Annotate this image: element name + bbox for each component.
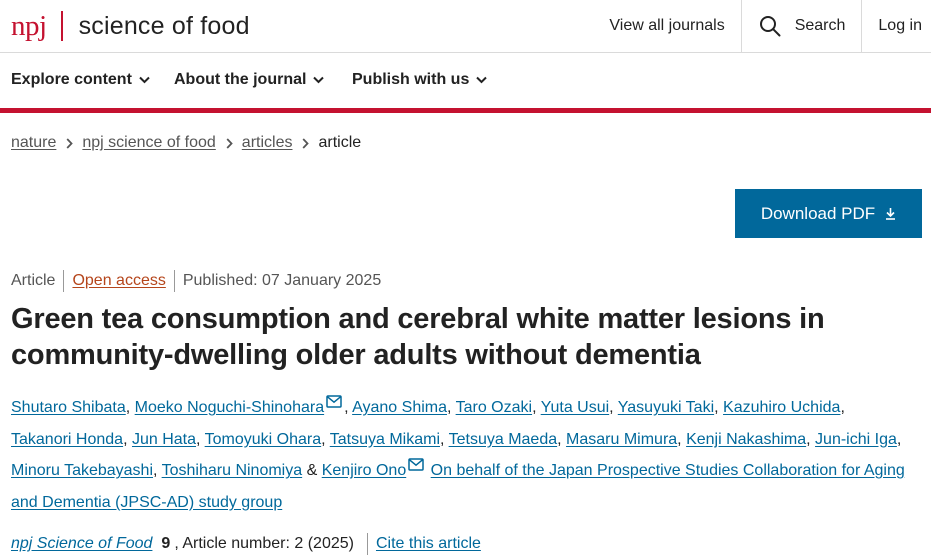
brand-color-rule — [0, 108, 931, 113]
download-pdf-button[interactable]: Download PDF — [735, 189, 922, 238]
journal-logo[interactable]: npj science of food — [11, 8, 250, 44]
breadcrumb: nature npj science of food articles arti… — [11, 134, 361, 152]
article-number: , Article number: 2 (2025) — [174, 535, 354, 552]
journal-link[interactable]: npj Science of Food — [11, 535, 152, 553]
journal-nav: Explore content About the journal Publis… — [0, 53, 931, 108]
author-link[interactable]: Kazuhiro Uchida — [723, 399, 840, 416]
author-link[interactable]: Tomoyuki Ohara — [205, 431, 322, 448]
author-link[interactable]: Ayano Shima — [352, 399, 447, 416]
author-separator: , — [840, 399, 845, 416]
breadcrumb-journal[interactable]: npj science of food — [82, 134, 215, 152]
search-label: Search — [794, 17, 846, 34]
author-link[interactable]: Tatsuya Mikami — [330, 431, 440, 448]
author-link[interactable]: Jun-ichi Iga — [815, 431, 897, 448]
author-link[interactable]: Takanori Honda — [11, 431, 123, 448]
download-icon — [886, 208, 896, 220]
nav-explore-label: Explore content — [11, 71, 132, 88]
author-link[interactable]: Minoru Takebayashi — [11, 462, 153, 479]
breadcrumb-current: article — [318, 134, 362, 151]
author-link[interactable]: Masaru Mimura — [566, 431, 677, 448]
author-link[interactable]: Jun Hata — [132, 431, 196, 448]
author-link[interactable]: Moeko Noguchi-Shinohara — [135, 399, 324, 416]
citation-divider — [366, 533, 368, 555]
article-meta: Article Open access Published: 07 Januar… — [11, 270, 381, 292]
article-type: Article — [11, 272, 56, 289]
author-separator: , — [557, 430, 562, 448]
author-separator: , — [447, 399, 452, 416]
nav-explore-content[interactable]: Explore content — [11, 71, 150, 89]
author-separator: , — [806, 430, 811, 448]
nav-publish-label: Publish with us — [352, 71, 470, 88]
journal-name: science of food — [78, 11, 250, 40]
author-separator: , — [153, 462, 158, 479]
author-link[interactable]: Taro Ozaki — [456, 399, 532, 416]
author-link[interactable]: Yuta Usui — [541, 399, 609, 416]
author-link[interactable]: Shutaro Shibata — [11, 399, 126, 416]
author-link[interactable]: Toshiharu Ninomiya — [162, 462, 303, 479]
cite-this-article-link[interactable]: Cite this article — [376, 535, 481, 553]
author-separator: , — [714, 399, 719, 416]
author-separator: , — [896, 430, 902, 448]
chevron-down-icon — [313, 76, 325, 84]
chevron-right-icon — [66, 137, 74, 149]
meta-divider — [173, 270, 175, 292]
author-link[interactable]: Tetsuya Maeda — [449, 431, 558, 448]
chevron-right-icon — [226, 137, 233, 149]
author-ampersand: & — [306, 462, 318, 479]
breadcrumb-nature[interactable]: nature — [11, 134, 56, 152]
download-pdf-label: Download PDF — [760, 203, 876, 223]
author-separator: , — [123, 430, 128, 448]
author-separator: , — [321, 430, 326, 448]
account-links: View all journals Search Log in — [593, 0, 931, 52]
open-access-link[interactable]: Open access — [72, 272, 165, 290]
author-separator: , — [532, 399, 537, 416]
email-icon[interactable] — [326, 395, 342, 408]
author-separator: , — [125, 399, 131, 416]
author-separator: , — [344, 399, 349, 416]
nav-about-journal[interactable]: About the journal — [174, 71, 325, 89]
author-list: Shutaro Shibata, Moeko Noguchi-Shinohara… — [11, 392, 906, 518]
nav-publish-with-us[interactable]: Publish with us — [352, 71, 488, 89]
email-icon[interactable] — [408, 458, 424, 471]
npj-logo-text: npj — [11, 9, 47, 42]
published-date: Published: 07 January 2025 — [182, 272, 382, 289]
citation-line: npj Science of Food 9 , Article number: … — [11, 533, 481, 555]
meta-divider — [63, 270, 65, 292]
top-bar: npj science of food View all journals Se… — [0, 0, 931, 53]
search-button[interactable]: Search — [740, 0, 862, 52]
view-all-journals-link[interactable]: View all journals — [593, 0, 740, 52]
author-link[interactable]: Kenji Nakashima — [686, 431, 806, 448]
author-separator: , — [196, 430, 201, 448]
author-separator: , — [609, 399, 614, 416]
search-icon — [759, 16, 781, 37]
breadcrumb-articles[interactable]: articles — [242, 134, 293, 152]
nav-about-label: About the journal — [174, 71, 307, 88]
logo-divider — [60, 11, 63, 41]
volume-number: 9 — [161, 535, 171, 552]
author-separator: , — [440, 430, 445, 448]
article-title: Green tea consumption and cerebral white… — [11, 303, 825, 371]
chevron-down-icon — [476, 76, 488, 84]
chevron-down-icon — [139, 76, 150, 84]
chevron-right-icon — [302, 137, 310, 149]
author-link[interactable]: Yasuyuki Taki — [618, 399, 714, 416]
author-link[interactable]: Kenjiro Ono — [322, 462, 407, 479]
author-separator: , — [677, 430, 682, 448]
login-link[interactable]: Log in — [861, 0, 931, 52]
